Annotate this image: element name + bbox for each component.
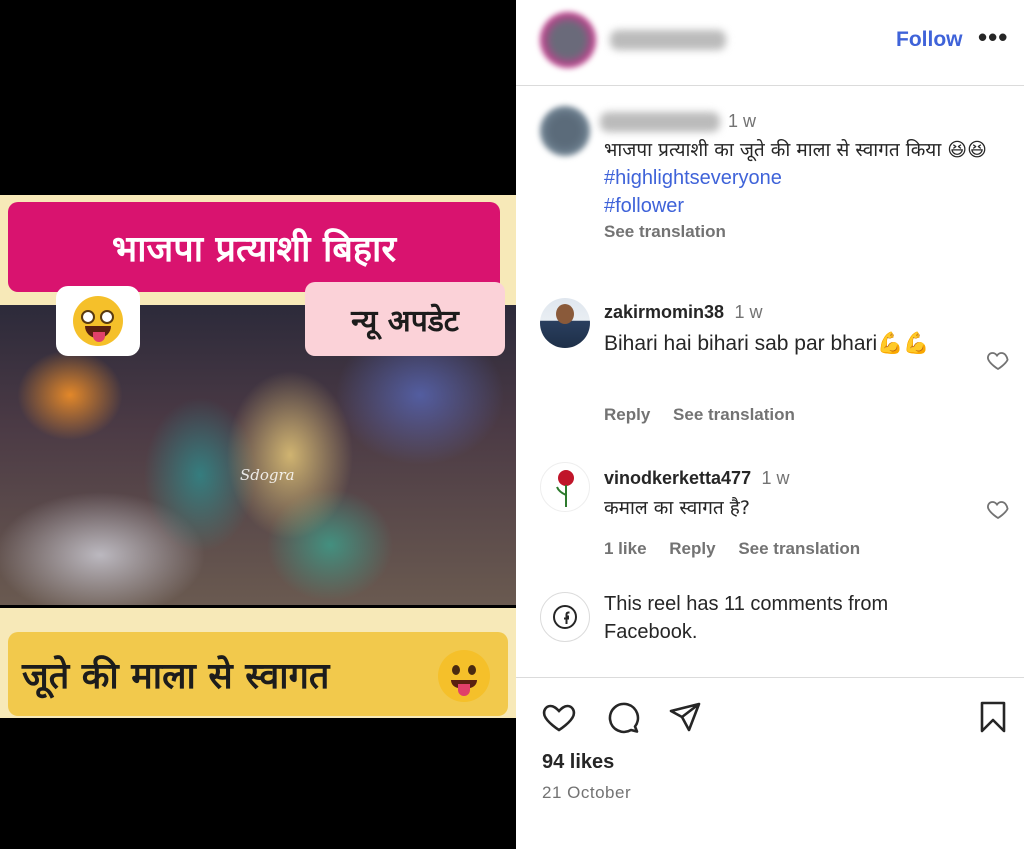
commenter-avatar[interactable]: [540, 298, 590, 348]
commenter-username[interactable]: zakirmomin38: [604, 302, 724, 322]
author-username-blurred[interactable]: [610, 30, 726, 50]
facebook-comments-notice: This reel has 11 comments from Facebook.: [516, 588, 1024, 648]
commenter-avatar[interactable]: [540, 462, 590, 512]
tongue-out-emoji-icon: [438, 650, 490, 702]
comment-like-heart-icon[interactable]: [986, 348, 1010, 372]
emoji-sticker: [56, 286, 140, 356]
heart-icon[interactable]: [540, 698, 578, 736]
comment-item: zakirmomin38 1 w Bihari hai bihari sab p…: [516, 296, 1024, 436]
crazy-face-emoji-icon: [73, 296, 123, 346]
comment-time: 1 w: [734, 302, 763, 322]
post-header: Follow •••: [516, 0, 1024, 86]
comment-like-count[interactable]: 1 like: [604, 539, 647, 558]
facebook-icon-wrapper: [540, 592, 590, 642]
see-translation-link[interactable]: See translation: [604, 222, 726, 241]
comment-item: vinodkerketta477 1 w कमाल का स्वागत है? …: [516, 460, 1024, 570]
post-date[interactable]: 21 October: [542, 783, 631, 803]
post-panel: Follow ••• 1 w भाजपा प्रत्याशी का जूते क…: [516, 0, 1024, 849]
video-bottom-text: जूते की माला से स्वागत: [8, 632, 508, 716]
caption-username-blurred[interactable]: [600, 112, 720, 132]
rose-icon: [556, 470, 574, 507]
author-avatar[interactable]: [540, 12, 596, 68]
share-icon[interactable]: [666, 698, 704, 736]
commenter-username[interactable]: vinodkerketta477: [604, 468, 751, 488]
comment-text: कमाल का स्वागत है?: [604, 497, 750, 519]
see-translation-link[interactable]: See translation: [673, 405, 795, 424]
facebook-icon: [553, 605, 577, 629]
comment-time: 1 w: [761, 468, 790, 488]
reply-button[interactable]: Reply: [669, 539, 715, 558]
hashtag-link[interactable]: #follower: [604, 192, 1004, 220]
reply-button[interactable]: Reply: [604, 405, 650, 424]
reel-video[interactable]: भाजपा प्रत्याशी बिहार न्यू अपडेट Sdogra …: [0, 0, 516, 849]
facebook-notice-text: This reel has 11 comments from Facebook.: [604, 593, 889, 643]
comment-text: Bihari hai bihari sab par bhari💪💪: [604, 332, 930, 355]
divider: [516, 677, 1024, 678]
caption-author-avatar[interactable]: [540, 106, 590, 156]
caption-time: 1 w: [728, 111, 757, 131]
see-translation-link[interactable]: See translation: [738, 539, 860, 558]
follow-button[interactable]: Follow: [896, 28, 963, 52]
bookmark-icon[interactable]: [974, 698, 1012, 736]
video-title-text: भाजपा प्रत्याशी बिहार: [8, 202, 500, 292]
video-watermark: Sdogra: [240, 466, 295, 484]
action-bar: [516, 698, 1024, 738]
caption-text: भाजपा प्रत्याशी का जूते की माला से स्वाग…: [604, 139, 987, 161]
comment-like-heart-icon[interactable]: [986, 497, 1010, 521]
comment-icon[interactable]: [604, 698, 642, 736]
caption-row: 1 w भाजपा प्रत्याशी का जूते की माला से स…: [516, 100, 1024, 270]
video-subtitle-text: न्यू अपडेट: [305, 282, 505, 356]
likes-count[interactable]: 94 likes: [542, 751, 614, 774]
hashtag-link[interactable]: #highlightseveryone: [604, 164, 1004, 192]
more-options-icon[interactable]: •••: [978, 22, 1008, 53]
